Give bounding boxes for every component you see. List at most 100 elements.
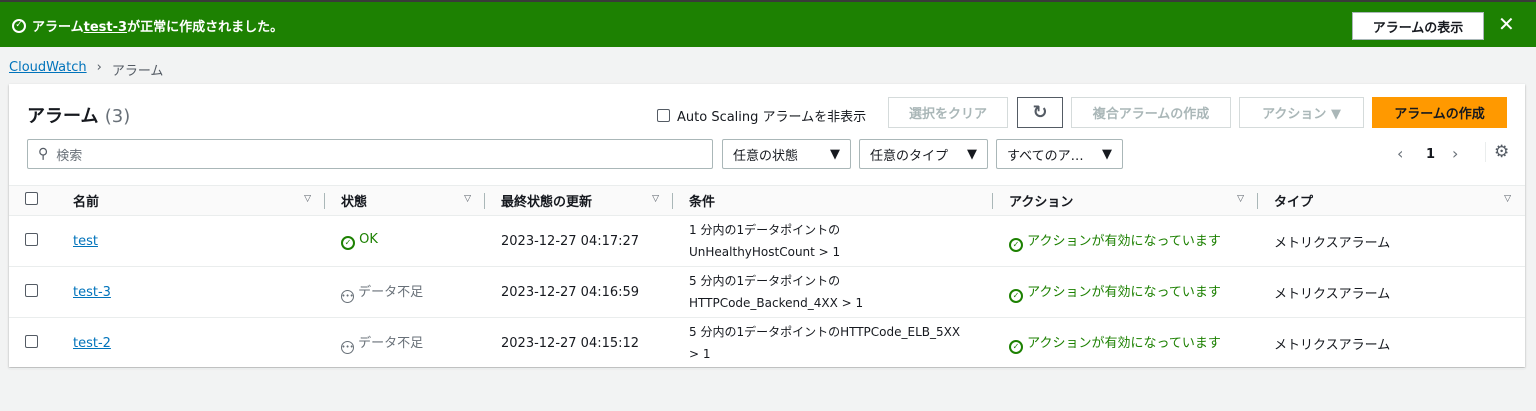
select-all-checkbox[interactable]	[25, 192, 38, 205]
clear-selection-button[interactable]: 選択をクリア	[888, 97, 1008, 128]
next-page-icon[interactable]: ›	[1452, 144, 1458, 163]
condition-line: 5 分内の1データポイントのHTTPCode_ELB_5XX	[689, 325, 961, 339]
table-row[interactable]: test-2 ••• データ不足 2023-12-27 04:15:12 5 分…	[9, 317, 1525, 369]
caret-down-icon: ▼	[967, 146, 977, 162]
alarm-link[interactable]: test-3	[73, 285, 111, 300]
col-label: タイプ	[1274, 195, 1314, 210]
actions-text: アクションが有効になっています	[1027, 336, 1221, 352]
view-alarm-button[interactable]: アラームの表示	[1352, 12, 1484, 40]
col-label: 名前	[73, 195, 100, 210]
state-cell: ✓ OK	[325, 215, 485, 267]
banner-prefix: アラーム	[32, 20, 84, 35]
col-condition[interactable]: 条件	[673, 185, 993, 216]
caret-down-icon: ▼	[830, 146, 840, 162]
sort-icon[interactable]: ▽	[304, 194, 311, 204]
table-row[interactable]: test ✓ OK 2023-12-27 04:17:27 1 分内の1データポ…	[9, 215, 1525, 267]
alarms-table: 名前 ▽ 状態 ▽ 最終状態の更新 ▽ 条件 アクション ▽ タイプ ▽ test ✓ O…	[9, 185, 1525, 369]
condition-line: HTTPCode_Backend_4XX > 1	[689, 296, 864, 310]
state-cell: ••• データ不足	[325, 266, 485, 318]
name-cell: test	[59, 215, 325, 267]
ok-icon: ✓	[1009, 237, 1023, 252]
ok-icon: ✓	[341, 235, 355, 250]
alarm-link[interactable]: test	[73, 234, 98, 249]
create-composite-alarm-button[interactable]: 複合アラームの作成	[1071, 97, 1231, 128]
row-checkbox[interactable]	[25, 334, 38, 348]
col-label: 条件	[689, 195, 716, 210]
updated-cell: 2023-12-27 04:15:12	[485, 317, 673, 369]
actions-filter-value: すべてのア…	[1007, 148, 1084, 164]
alarm-link[interactable]: test-2	[73, 336, 111, 351]
state-text: データ不足	[358, 285, 424, 301]
banner-alarm-link[interactable]: test-3	[84, 20, 127, 35]
alarm-count: (3)	[104, 106, 131, 127]
condition-line: UnHealthyHostCount > 1	[689, 245, 841, 259]
type-cell: メトリクスアラーム	[1258, 266, 1525, 318]
col-state[interactable]: 状態 ▽	[325, 185, 485, 216]
sort-icon[interactable]: ▽	[1504, 194, 1511, 204]
row-checkbox[interactable]	[25, 283, 38, 297]
row-select	[9, 317, 59, 369]
page-number[interactable]: 1	[1426, 147, 1435, 162]
checkbox[interactable]	[657, 109, 670, 122]
page-title: アラーム (3)	[27, 102, 130, 128]
title-text: アラーム	[27, 106, 99, 127]
breadcrumb-current: アラーム	[111, 64, 164, 79]
search-placeholder: 検索	[56, 148, 83, 164]
search-input[interactable]: ⚲ 検索	[27, 139, 713, 169]
breadcrumb-cloudwatch[interactable]: CloudWatch	[9, 60, 87, 79]
type-cell: メトリクスアラーム	[1258, 215, 1525, 267]
actions-text: アクションが有効になっています	[1027, 234, 1221, 250]
state-filter[interactable]: 任意の状態 ▼	[722, 139, 851, 169]
state-cell: ••• データ不足	[325, 317, 485, 369]
hide-autoscaling-label: Auto Scaling アラームを非表示	[677, 110, 867, 125]
col-label: 最終状態の更新	[501, 195, 593, 210]
state-text: データ不足	[358, 336, 424, 352]
updated-cell: 2023-12-27 04:16:59	[485, 266, 673, 318]
actions-text: アクションが有効になっています	[1027, 285, 1221, 301]
condition-cell: 5 分内の1データポイントのHTTPCode_ELB_5XX > 1	[673, 317, 993, 369]
condition-cell: 5 分内の1データポイントの HTTPCode_Backend_4XX > 1	[673, 266, 993, 318]
condition-line: 5 分内の1データポイントの	[689, 274, 841, 288]
select-all-header	[9, 185, 59, 216]
alarms-panel: アラーム (3) Auto Scaling アラームを非表示 選択をクリア ↻ …	[9, 84, 1525, 369]
state-text: OK	[359, 232, 378, 248]
gear-icon[interactable]: ⚙	[1485, 142, 1509, 162]
actions-cell: ✓ アクションが有効になっています	[993, 317, 1258, 369]
col-name[interactable]: 名前 ▽	[59, 185, 325, 216]
caret-down-icon: ▼	[1102, 146, 1112, 162]
condition-line: > 1	[689, 347, 711, 361]
breadcrumb: CloudWatch › アラーム	[9, 60, 163, 79]
type-filter-value: 任意のタイプ	[870, 148, 949, 164]
name-cell: test-2	[59, 317, 325, 369]
success-icon: ✓	[12, 18, 26, 33]
actions-cell: ✓ アクションが有効になっています	[993, 266, 1258, 318]
sort-icon[interactable]: ▽	[464, 194, 471, 204]
banner-suffix: が正常に作成されました。	[127, 20, 284, 35]
actions-dropdown[interactable]: アクション ▼	[1239, 97, 1364, 128]
col-updated[interactable]: 最終状態の更新 ▽	[485, 185, 673, 216]
type-cell: メトリクスアラーム	[1258, 317, 1525, 369]
col-label: アクション	[1009, 195, 1074, 210]
table-row[interactable]: test-3 ••• データ不足 2023-12-27 04:16:59 5 分…	[9, 266, 1525, 318]
insufficient-data-icon: •••	[341, 289, 354, 303]
ok-icon: ✓	[1009, 288, 1023, 303]
success-banner: ✓ アラームtest-3が正常に作成されました。 アラームの表示 ✕	[0, 0, 1536, 47]
hide-autoscaling-checkbox[interactable]: Auto Scaling アラームを非表示	[657, 106, 866, 125]
updated-cell: 2023-12-27 04:17:27	[485, 215, 673, 267]
insufficient-data-icon: •••	[341, 340, 354, 354]
banner-message: ✓ アラームtest-3が正常に作成されました。	[12, 16, 283, 35]
state-filter-value: 任意の状態	[733, 148, 799, 164]
actions-filter[interactable]: すべてのア… ▼	[996, 139, 1123, 169]
prev-page-icon[interactable]: ‹	[1397, 144, 1403, 163]
type-filter[interactable]: 任意のタイプ ▼	[859, 139, 988, 169]
refresh-icon[interactable]: ↻	[1017, 97, 1063, 128]
create-alarm-button[interactable]: アラームの作成	[1372, 97, 1507, 128]
sort-icon[interactable]: ▽	[1237, 194, 1244, 204]
row-select	[9, 215, 59, 267]
col-type[interactable]: タイプ ▽	[1258, 185, 1525, 216]
close-icon[interactable]: ✕	[1498, 12, 1515, 36]
sort-icon[interactable]: ▽	[652, 194, 659, 204]
name-cell: test-3	[59, 266, 325, 318]
col-actions[interactable]: アクション ▽	[993, 185, 1258, 216]
row-checkbox[interactable]	[25, 232, 38, 246]
